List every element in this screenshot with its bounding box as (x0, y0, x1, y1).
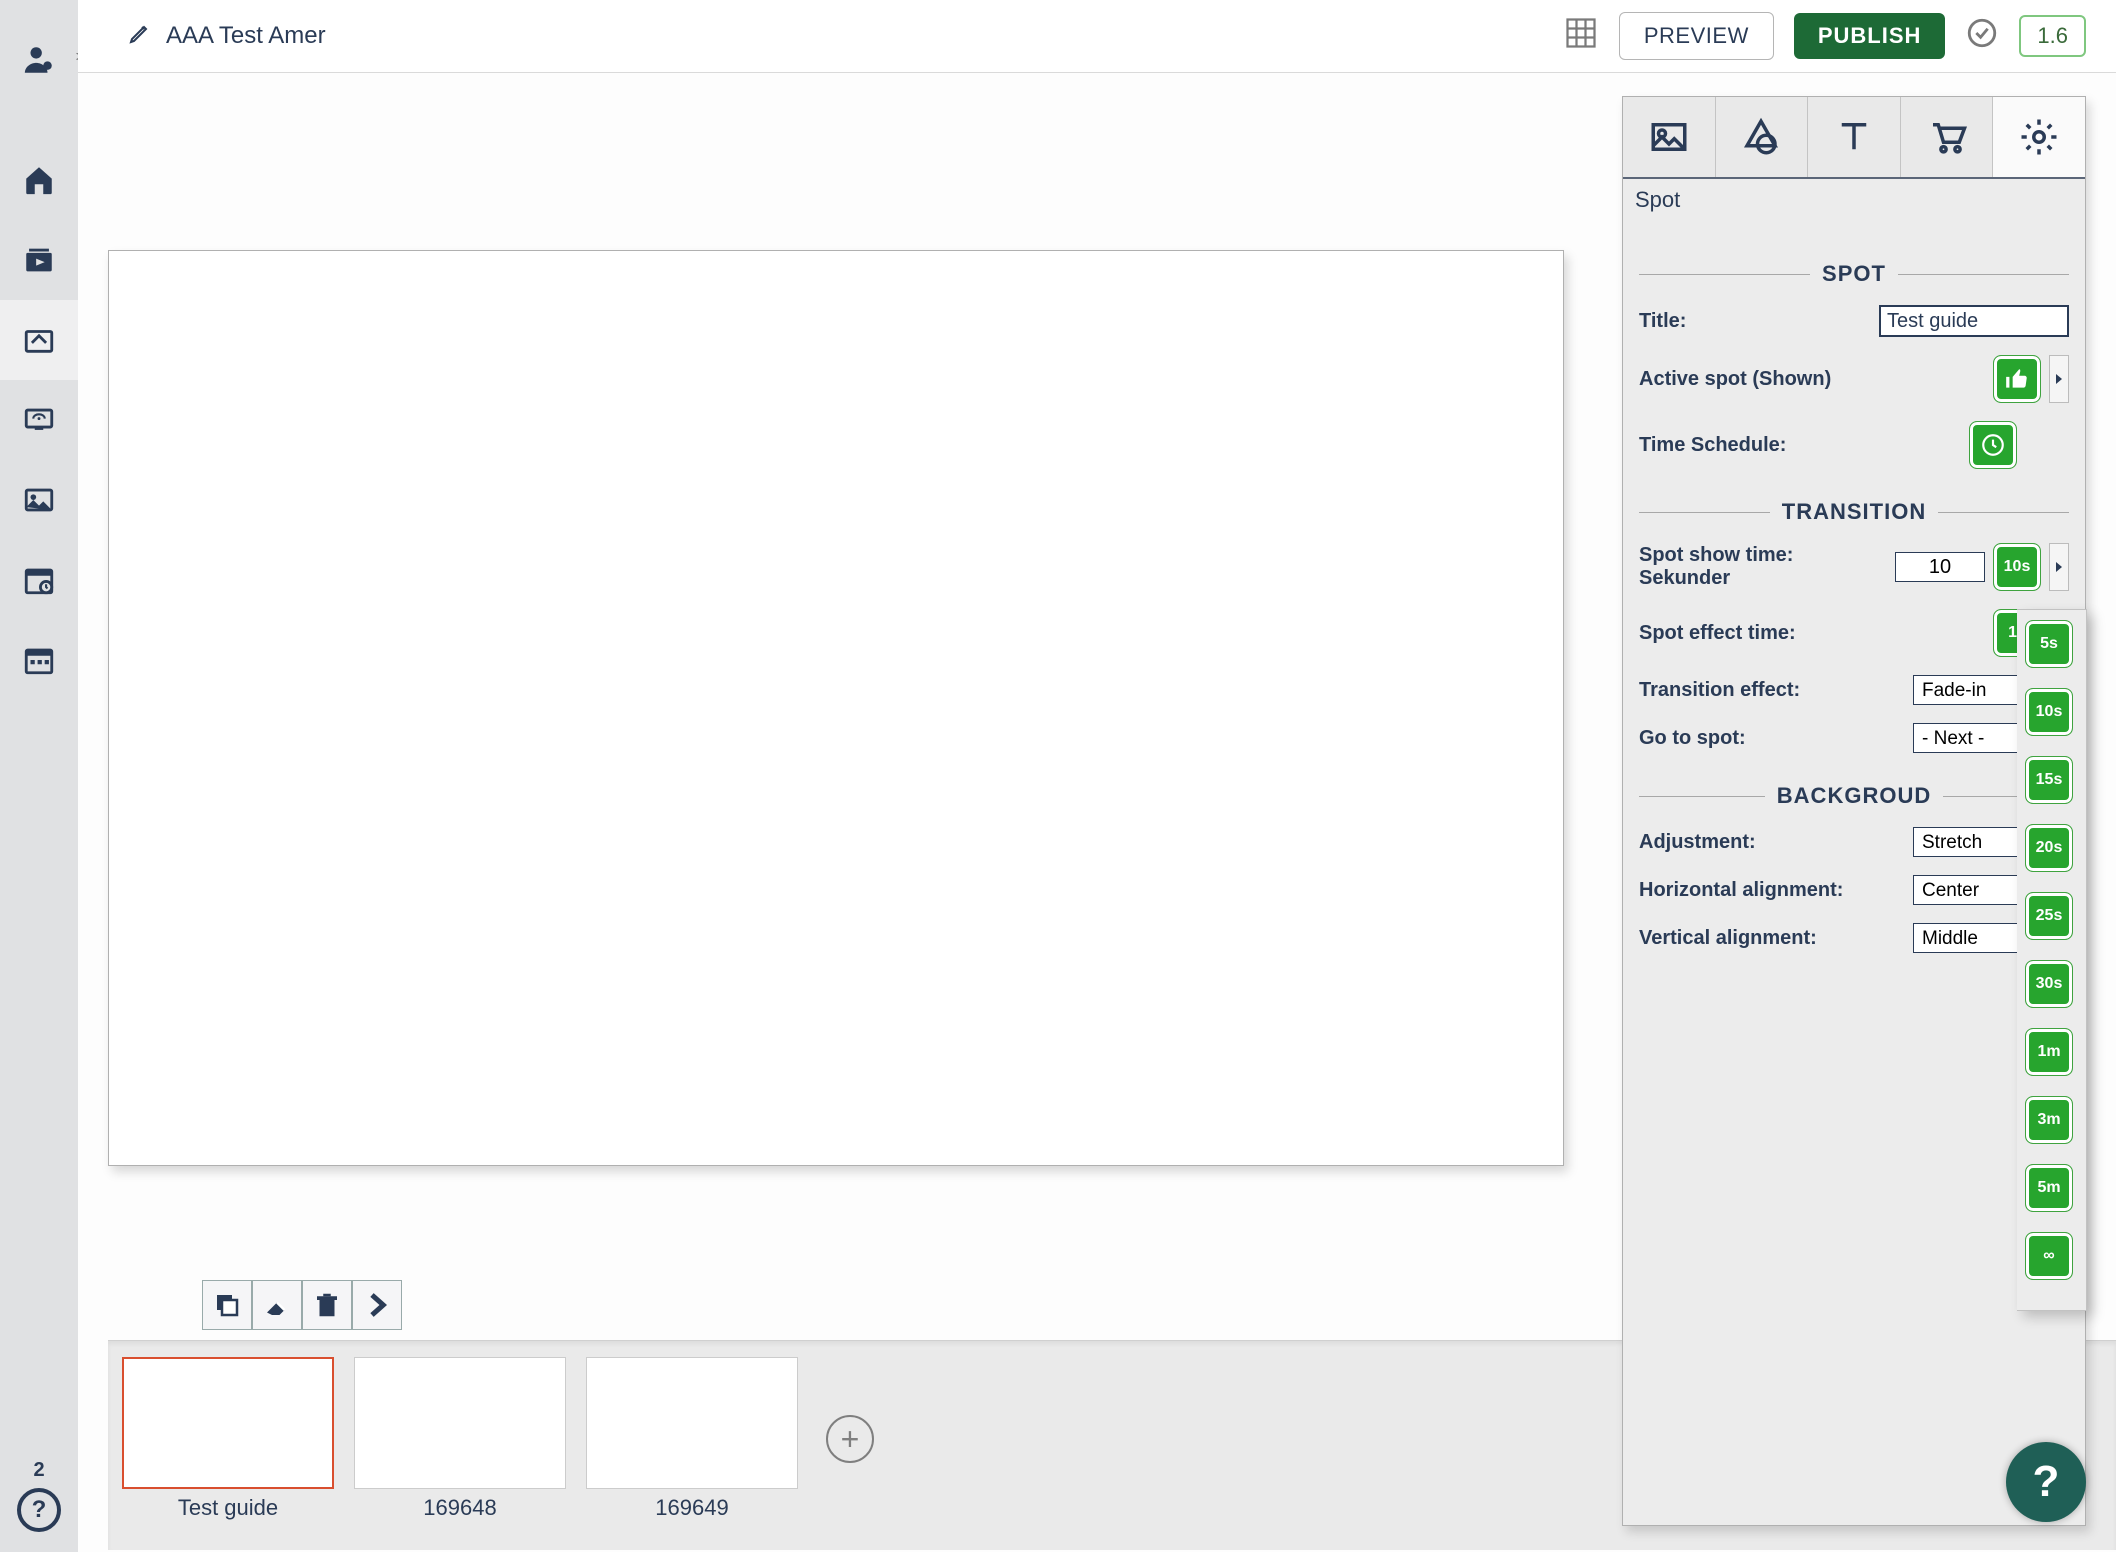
time-preset-button[interactable]: 15s (2025, 756, 2073, 804)
delete-slide-button[interactable] (302, 1280, 352, 1330)
time-preset-button[interactable]: 30s (2025, 960, 2073, 1008)
check-circle-icon[interactable] (1965, 16, 1999, 56)
sidebar-editor[interactable] (0, 300, 78, 380)
sidebar-home[interactable] (0, 140, 78, 220)
time-preset-button[interactable]: ∞ (2025, 1232, 2073, 1280)
effect-time-label: Spot effect time: (1639, 622, 1879, 645)
time-preset-button[interactable]: 5s (2025, 620, 2073, 668)
slide-item[interactable]: 169649 (586, 1357, 798, 1521)
time-preset-button[interactable]: 20s (2025, 824, 2073, 872)
slide-label: 169649 (655, 1495, 728, 1521)
panel-subtitle: Spot (1623, 179, 2085, 221)
section-background-heading: BACKGROUD (1639, 783, 2069, 809)
sidebar-schedule[interactable] (0, 540, 78, 620)
header: AAA Test Amer PREVIEW PUBLISH 1.6 (78, 0, 2116, 73)
next-slide-button[interactable] (352, 1280, 402, 1330)
time-preset-button[interactable]: 25s (2025, 892, 2073, 940)
sidebar-user[interactable]: > (0, 20, 78, 100)
spot-canvas[interactable] (108, 250, 1564, 1166)
tab-cart[interactable] (1901, 97, 1994, 177)
time-preset-button[interactable]: 5m (2025, 1164, 2073, 1212)
publish-button[interactable]: PUBLISH (1794, 13, 1946, 59)
help-float-button[interactable]: ? (2006, 1442, 2086, 1522)
expand-arrow-icon[interactable] (2049, 355, 2069, 403)
tab-text[interactable] (1808, 97, 1901, 177)
version-badge: 1.6 (2019, 15, 2086, 57)
time-preset-flyout: 5s 10s 15s 20s 25s 30s 1m 3m 5m ∞ (2017, 609, 2087, 1311)
panel-tabs (1623, 97, 2085, 179)
expand-arrow-icon[interactable] (2049, 543, 2069, 591)
erase-slide-button[interactable] (252, 1280, 302, 1330)
adjustment-label: Adjustment: (1639, 831, 1879, 854)
sidebar-screen[interactable] (0, 380, 78, 460)
time-preset-button[interactable]: 3m (2025, 1096, 2073, 1144)
page-title: AAA Test Amer (166, 22, 326, 50)
canvas-container (108, 250, 1564, 1166)
halign-label: Horizontal alignment: (1639, 879, 1879, 902)
slide-item[interactable]: 169648 (354, 1357, 566, 1521)
spot-title-input[interactable] (1879, 305, 2069, 337)
properties-panel: Spot SPOT Title: Active spot (Shown) (1622, 96, 2086, 1526)
transition-effect-label: Transition effect: (1639, 679, 1879, 702)
goto-spot-label: Go to spot: (1639, 727, 1879, 750)
show-time-badge[interactable]: 10s (1993, 543, 2041, 591)
time-preset-button[interactable]: 1m (2025, 1028, 2073, 1076)
add-slide-button[interactable]: + (826, 1415, 874, 1463)
left-sidebar: > 2 ? (0, 0, 78, 1552)
sidebar-images[interactable] (0, 460, 78, 540)
time-preset-button[interactable]: 10s (2025, 688, 2073, 736)
sidebar-badge: 2 (33, 1459, 44, 1482)
tab-image[interactable] (1623, 97, 1716, 177)
sidebar-calendar[interactable] (0, 620, 78, 700)
slide-item[interactable]: Test guide (122, 1357, 334, 1521)
slide-label: Test guide (178, 1495, 278, 1521)
sidebar-help-icon[interactable]: ? (17, 1488, 61, 1532)
tab-shapes[interactable] (1716, 97, 1809, 177)
active-spot-label: Active spot (Shown) (1639, 368, 1879, 391)
tab-settings[interactable] (1993, 97, 2085, 177)
thumbs-up-icon[interactable] (1993, 355, 2041, 403)
section-transition-heading: TRANSITION (1639, 499, 2069, 525)
grid-icon[interactable] (1563, 15, 1599, 57)
clock-icon[interactable] (1969, 421, 2017, 469)
spot-title-label: Title: (1639, 310, 1839, 333)
slide-thumbnail[interactable] (354, 1357, 566, 1489)
show-time-label: Spot show time: Sekunder (1639, 544, 1839, 590)
slide-thumbnail[interactable] (122, 1357, 334, 1489)
preview-button[interactable]: PREVIEW (1619, 12, 1774, 60)
main-area: AAA Test Amer PREVIEW PUBLISH 1.6 (78, 0, 2116, 1552)
slide-toolbar (202, 1280, 402, 1330)
show-time-input[interactable] (1895, 552, 1985, 582)
time-schedule-label: Time Schedule: (1639, 434, 1879, 457)
duplicate-slide-button[interactable] (202, 1280, 252, 1330)
slide-thumbnail[interactable] (586, 1357, 798, 1489)
sidebar-media[interactable] (0, 220, 78, 300)
valign-label: Vertical alignment: (1639, 927, 1879, 950)
slide-label: 169648 (423, 1495, 496, 1521)
pencil-icon[interactable] (128, 21, 152, 52)
section-spot-heading: SPOT (1639, 261, 2069, 287)
